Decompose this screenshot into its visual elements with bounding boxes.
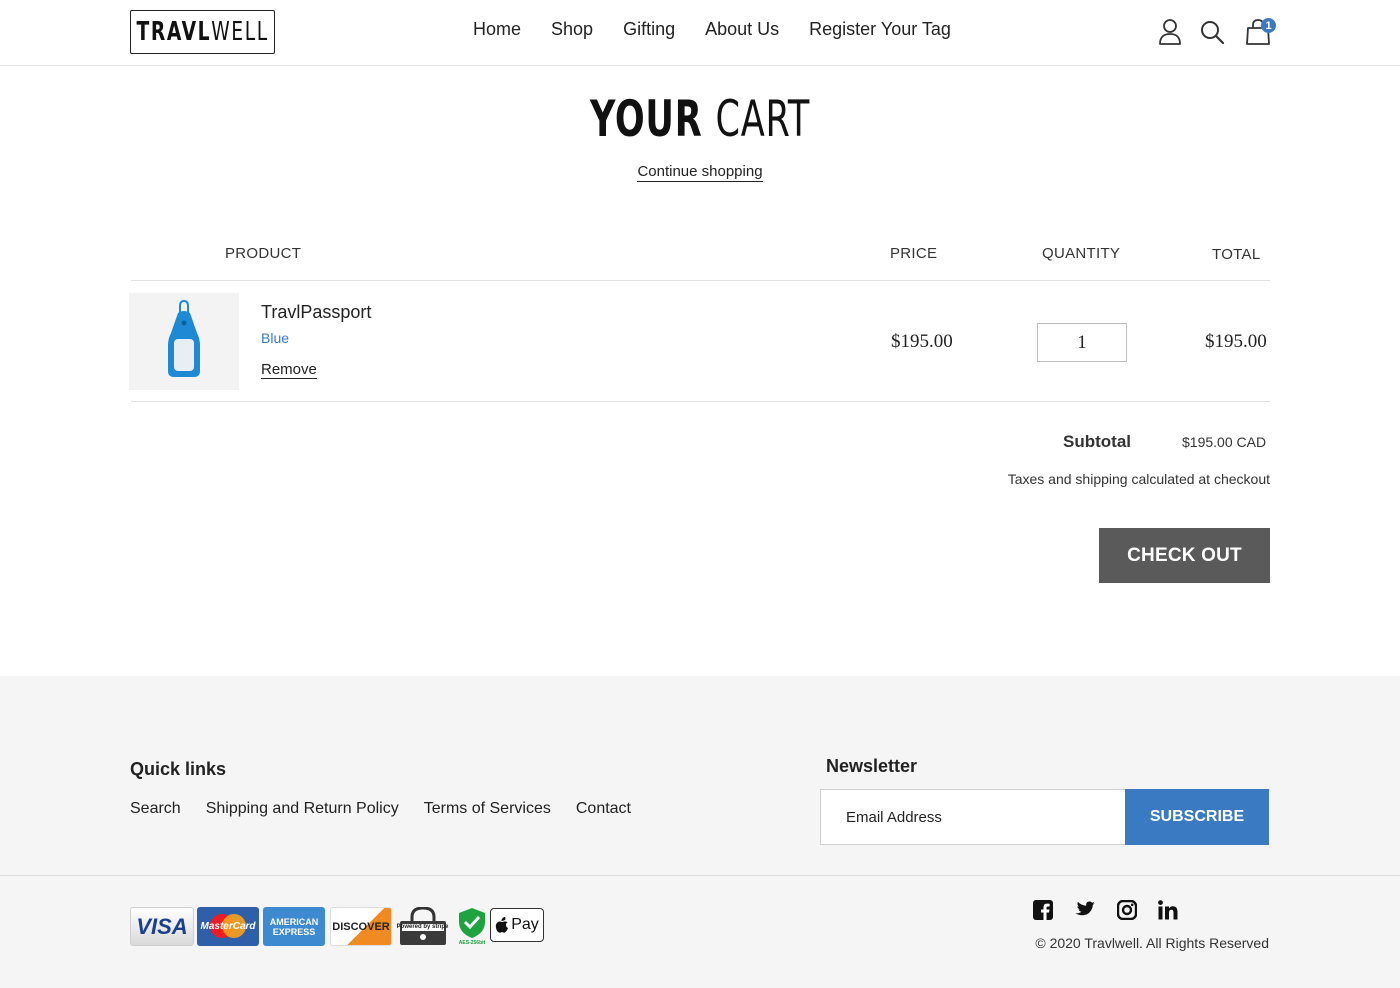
nav-about-us[interactable]: About Us (705, 19, 779, 40)
table-divider (131, 280, 1270, 281)
continue-shopping-wrap: Continue shopping (0, 163, 1400, 182)
amex-icon: AMERICAN EXPRESS (263, 907, 325, 946)
discover-icon: DISCOVER (330, 907, 392, 946)
newsletter-email-input[interactable] (820, 789, 1126, 845)
column-header-total: TOTAL (1212, 246, 1261, 263)
mastercard-icon: MasterCard (197, 907, 259, 946)
main-nav: Home Shop Gifting About Us Register Your… (473, 19, 951, 40)
product-variant: Blue (261, 330, 290, 346)
quick-links-title: Quick links (130, 759, 227, 779)
apple-pay-icon: Pay (490, 908, 544, 942)
search-icon[interactable] (1199, 18, 1225, 46)
cart-count-badge: 1 (1261, 18, 1276, 33)
remove-item-link[interactable]: Remove (261, 361, 317, 379)
item-price: $195.00 (891, 331, 953, 352)
linkedin-icon[interactable] (1157, 899, 1179, 921)
facebook-icon[interactable] (1032, 899, 1054, 921)
nav-gifting[interactable]: Gifting (623, 19, 675, 40)
account-icon[interactable] (1157, 18, 1183, 46)
site-header: TRAVLWELL Home Shop Gifting About Us Reg… (0, 0, 1400, 66)
subtotal-value: $195.00 CAD (1182, 434, 1267, 450)
item-total: $195.00 (1205, 331, 1267, 352)
column-header-quantity: QUANTITY (1042, 245, 1121, 262)
nav-home[interactable]: Home (473, 19, 521, 40)
continue-shopping-link[interactable]: Continue shopping (637, 163, 763, 182)
column-header-price: PRICE (890, 245, 938, 262)
footer-link-terms[interactable]: Terms of Services (424, 800, 551, 818)
checkout-button[interactable]: CHECK OUT (1099, 528, 1270, 583)
subtotal-label: Subtotal (1063, 432, 1131, 451)
product-name[interactable]: TravlPassport (261, 302, 371, 323)
tax-shipping-note: Taxes and shipping calculated at checkou… (1007, 471, 1270, 487)
logo[interactable]: TRAVLWELL (130, 10, 275, 54)
footer-link-shipping-return[interactable]: Shipping and Return Policy (206, 800, 399, 818)
page-title: YOUR CART (589, 90, 811, 148)
nav-shop[interactable]: Shop (551, 19, 593, 40)
product-thumbnail[interactable] (129, 293, 239, 390)
quantity-input[interactable] (1037, 323, 1127, 362)
column-header-product: PRODUCT (225, 245, 302, 262)
nav-register-your-tag[interactable]: Register Your Tag (809, 19, 951, 40)
aes-shield-icon: AES-256bit (456, 907, 488, 946)
footer-link-contact[interactable]: Contact (576, 800, 631, 818)
instagram-icon[interactable] (1116, 899, 1138, 921)
copyright-text: © 2020 Travlwell. All Rights Reserved (1035, 935, 1269, 951)
visa-icon: VISA (130, 907, 194, 946)
site-footer: Quick links Search Shipping and Return P… (0, 676, 1400, 988)
logo-text: TRAVLWELL (136, 17, 269, 47)
subscribe-button[interactable]: SUBSCRIBE (1125, 789, 1269, 845)
footer-divider (0, 875, 1400, 876)
table-divider-bottom (131, 401, 1270, 402)
twitter-icon[interactable] (1074, 899, 1096, 921)
luggage-tag-icon (164, 299, 204, 384)
stripe-secure-icon: Powered by stripe (396, 907, 449, 946)
newsletter-title: Newsletter (826, 756, 918, 776)
footer-link-search[interactable]: Search (130, 800, 181, 818)
quick-links: Search Shipping and Return Policy Terms … (130, 800, 631, 818)
